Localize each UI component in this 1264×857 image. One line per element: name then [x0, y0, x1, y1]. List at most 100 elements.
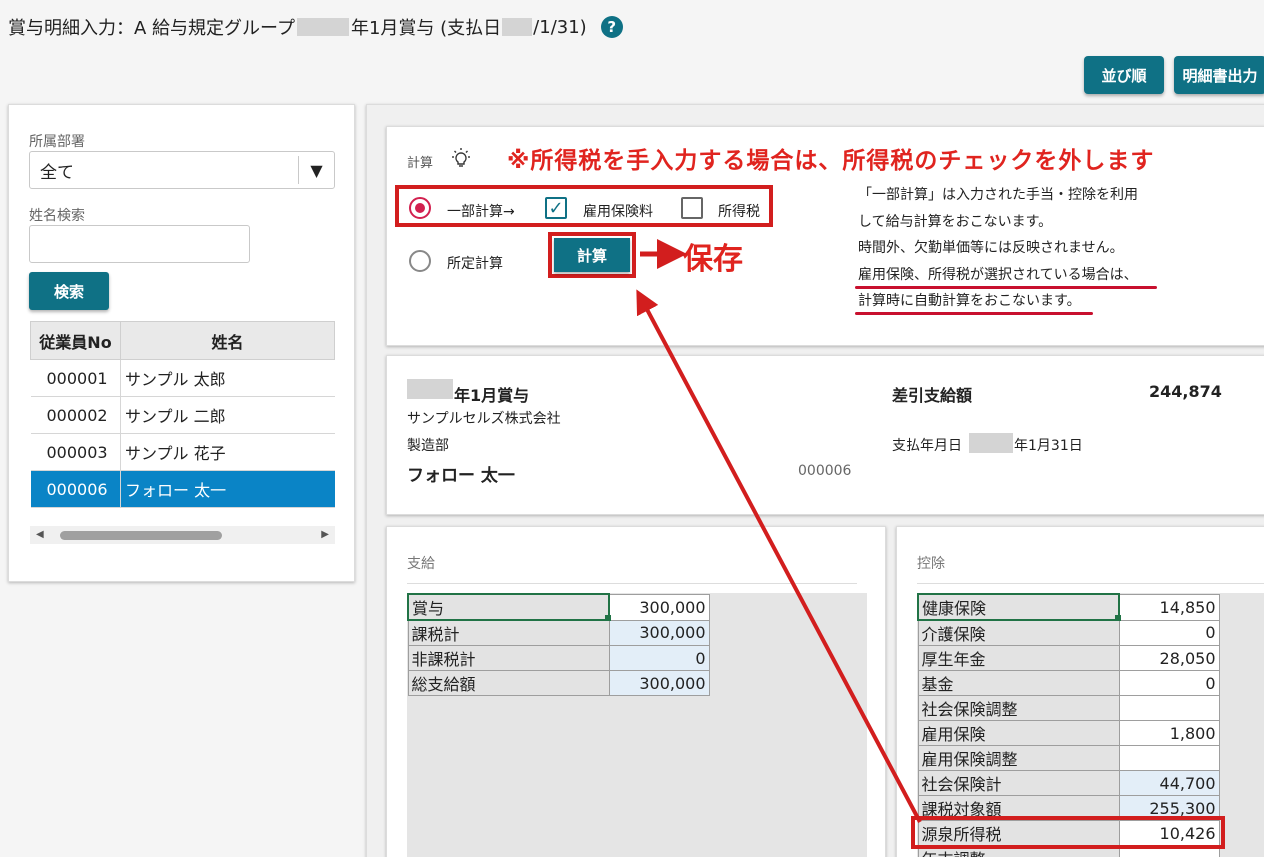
deduction-section-title: 控除	[917, 556, 945, 572]
table-row[interactable]: 000002 サンプル 二郎	[30, 396, 335, 434]
employment-insurance-checkbox[interactable]: ✓	[545, 197, 567, 219]
sheet-value-cell[interactable]	[1118, 745, 1220, 771]
pay-date-label: 支払年月日	[892, 438, 962, 454]
income-tax-label: 所得税	[718, 204, 760, 220]
question-circle-icon[interactable]: ?	[600, 16, 623, 38]
income-tax-checkbox[interactable]	[681, 197, 703, 219]
partial-calc-radio[interactable]	[409, 197, 431, 219]
description-line: 「一部計算」は入力された手当・控除を利用	[858, 187, 1138, 203]
name-search-input[interactable]	[29, 225, 250, 263]
sheet-row: 雇用保険 1,800	[917, 720, 1220, 746]
divider	[917, 583, 1264, 584]
sheet-label-cell[interactable]: 雇用保険	[917, 720, 1120, 746]
lightbulb-icon	[452, 148, 470, 167]
sheet-value-cell[interactable]	[1118, 695, 1220, 721]
calc-description: 「一部計算」は入力された手当・控除を利用 して給与計算をおこないます。 時間外、…	[858, 182, 1138, 315]
redacted-year	[502, 18, 533, 36]
employment-insurance-label: 雇用保険料	[583, 204, 653, 220]
sheet-value-cell[interactable]: 14,850	[1118, 593, 1220, 621]
scroll-right-icon[interactable]: ▶	[321, 529, 329, 540]
scroll-left-icon[interactable]: ◀	[36, 529, 44, 540]
title-text-2: 年1月賞与 (支払日	[350, 18, 502, 39]
sheet-row: 総支給額 300,000	[407, 670, 710, 696]
income-tax-highlight-box	[911, 816, 1225, 849]
sheet-value-cell[interactable]: 44,700	[1118, 770, 1220, 796]
horizontal-scrollbar[interactable]: ◀ ▶	[30, 526, 335, 544]
payment-panel: 支給 賞与 300,000 課税計 300,000 非課税計 0 総支給額 30…	[386, 526, 886, 857]
calc-label: 計算	[407, 156, 434, 171]
sheet-row: 健康保険 14,850	[917, 593, 1220, 621]
cell-fill-handle[interactable]	[605, 615, 611, 621]
sheet-label-cell[interactable]: 雇用保険調整	[917, 745, 1120, 771]
cell-fill-handle[interactable]	[1115, 615, 1121, 621]
search-button[interactable]: 検索	[29, 272, 109, 310]
sheet-value-cell[interactable]: 28,050	[1118, 645, 1220, 671]
sheet-label-cell[interactable]: 賞与	[407, 593, 610, 621]
description-line: 計算時に自動計算をおこないます。	[858, 293, 1081, 309]
save-annotation: 保存	[683, 242, 743, 277]
employee-no-cell: 000001	[30, 359, 121, 397]
triangle-down-icon[interactable]: ▼	[298, 156, 334, 184]
column-header-name[interactable]: 姓名	[120, 321, 335, 360]
description-line: 雇用保険、所得税が選択されている場合は、	[858, 266, 1138, 283]
net-pay-label: 差引支給額	[892, 386, 973, 405]
table-row[interactable]: 000001 サンプル 太郎	[30, 359, 335, 397]
name-search-label: 姓名検索	[29, 208, 85, 224]
employee-no-cell: 000006	[30, 470, 121, 508]
sheet-label-cell[interactable]: 基金	[917, 670, 1120, 696]
title-text-1: 賞与明細入力：A 給与規定グループ	[8, 18, 295, 39]
sheet-row: 厚生年金 28,050	[917, 645, 1220, 671]
calculation-panel: 計算 ※所得税を手入力する場合は、所得税のチェックを外します 一部計算→ ✓ 雇…	[386, 126, 1264, 346]
sheet-value-cell[interactable]: 300,000	[608, 593, 710, 621]
sheet-value-cell[interactable]: 300,000	[608, 619, 710, 646]
calculate-button[interactable]: 計算	[554, 238, 630, 272]
sheet-value-cell[interactable]: 0	[608, 645, 710, 671]
sheet-label-cell[interactable]: 社会保険計	[917, 770, 1120, 796]
fixed-calc-radio[interactable]	[409, 250, 431, 272]
sheet-label-cell[interactable]: 課税計	[407, 619, 610, 646]
sheet-value-cell[interactable]: 0	[1118, 670, 1220, 696]
sheet-label-cell[interactable]: 厚生年金	[917, 645, 1120, 671]
department-name: 製造部	[407, 438, 449, 454]
sidebar-panel: 所属部署 全て ▼ 姓名検索 検索 従業員No 姓名 000001 サンプル 太…	[8, 104, 355, 582]
sheet-value-cell[interactable]: 1,800	[1118, 720, 1220, 746]
description-underline	[855, 286, 1157, 289]
manual-tax-annotation: ※所得税を手入力する場合は、所得税のチェックを外します	[507, 148, 1155, 174]
sheet-label-cell[interactable]: 社会保険調整	[917, 695, 1120, 721]
title-text-3: /1/31)	[533, 16, 587, 38]
employee-number: 000006	[798, 463, 852, 479]
sheet-row: 雇用保険調整	[917, 745, 1220, 771]
employee-name-cell: フォロー 太一	[120, 470, 335, 508]
pay-date-value: 年1月31日	[1014, 438, 1083, 454]
redacted-year	[296, 18, 349, 36]
sheet-row: 基金 0	[917, 670, 1220, 696]
print-statement-button[interactable]: 明細書出力	[1174, 56, 1264, 94]
bonus-title: 年1月賞与	[454, 386, 530, 405]
sheet-row: 社会保険計 44,700	[917, 770, 1220, 796]
sheet-label-cell[interactable]: 非課税計	[407, 645, 610, 671]
sheet-value-cell[interactable]: 300,000	[608, 670, 710, 696]
employee-name: フォロー 太一	[407, 466, 515, 486]
sheet-label-cell[interactable]: 総支給額	[407, 670, 610, 696]
page-title: 賞与明細入力：A 給与規定グループ 年1月賞与 (支払日 /1/31) ?	[8, 14, 623, 40]
sheet-row: 賞与 300,000	[407, 593, 710, 621]
employee-info-panel: 年1月賞与 サンプルセルズ株式会社 製造部 フォロー 太一 000006 差引支…	[386, 355, 1264, 515]
sheet-row: 課税計 300,000	[407, 619, 710, 646]
scrollbar-thumb[interactable]	[60, 531, 222, 540]
sheet-value-cell[interactable]: 0	[1118, 619, 1220, 646]
sheet-label-cell[interactable]: 健康保険	[917, 593, 1120, 621]
employee-name-cell: サンプル 花子	[120, 433, 335, 471]
sheet-row: 非課税計 0	[407, 645, 710, 671]
department-select[interactable]: 全て ▼	[29, 151, 335, 189]
sheet-row: 介護保険 0	[917, 619, 1220, 646]
sheet-label-cell[interactable]: 介護保険	[917, 619, 1120, 646]
table-row[interactable]: 000003 サンプル 花子	[30, 433, 335, 471]
description-line: して給与計算をおこないます。	[858, 213, 1053, 230]
company-name: サンプルセルズ株式会社	[407, 411, 561, 427]
table-row-selected[interactable]: 000006 フォロー 太一	[30, 470, 335, 508]
fixed-calc-label: 所定計算	[447, 256, 503, 272]
column-header-employee-no[interactable]: 従業員No	[30, 321, 121, 360]
sort-order-button[interactable]: 並び順	[1084, 56, 1164, 94]
department-label: 所属部署	[29, 134, 85, 150]
employee-table: 従業員No 姓名 000001 サンプル 太郎 000002 サンプル 二郎 0…	[30, 321, 335, 508]
